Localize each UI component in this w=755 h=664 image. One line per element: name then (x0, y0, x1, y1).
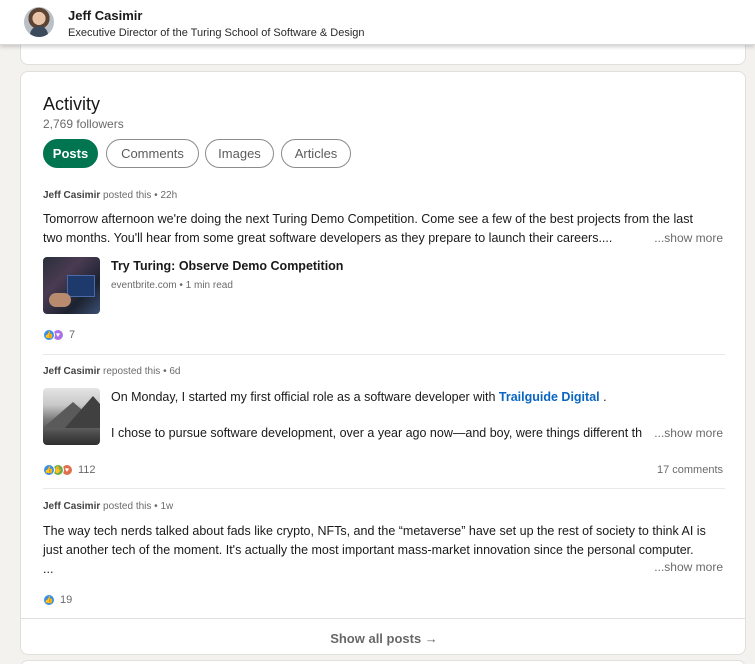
reactions-summary[interactable]: 👍 ✋ ♥ 112 (43, 464, 96, 476)
post-text: The way tech nerds talked about fads lik… (43, 524, 706, 576)
reaction-count: 7 (69, 329, 76, 341)
post-meta: Jeff Casimir posted this • 1w (43, 501, 174, 512)
profile-name[interactable]: Jeff Casimir (68, 8, 142, 23)
card-footer-divider (21, 618, 745, 619)
comments-count[interactable]: 17 comments (657, 464, 723, 476)
post-author[interactable]: Jeff Casimir (43, 366, 100, 377)
activity-card: Activity 2,769 followers Posts Comments … (20, 71, 746, 655)
tab-images[interactable]: Images (205, 139, 274, 168)
post-divider (43, 354, 725, 355)
profile-headline: Executive Director of the Turing School … (68, 27, 365, 39)
mountain-graphic (65, 396, 100, 428)
reaction-count: 112 (78, 464, 96, 476)
like-icon: 👍 (43, 464, 55, 476)
link-title[interactable]: Try Turing: Observe Demo Competition (111, 259, 343, 273)
link-source: eventbrite.com • 1 min read (111, 280, 233, 291)
tab-posts[interactable]: Posts (43, 139, 98, 168)
followers-count[interactable]: 2,769 followers (43, 117, 124, 131)
laptop-screen-graphic (67, 275, 95, 297)
like-icon: 👍 (43, 594, 55, 606)
sticky-profile-header: Jeff Casimir Executive Director of the T… (0, 0, 755, 45)
show-more-button[interactable]: ...show more (652, 231, 723, 245)
show-more-button[interactable]: ...show more (654, 560, 723, 574)
reaction-count: 19 (60, 594, 73, 606)
reactions-summary[interactable]: 👍 ♥ 7 (43, 329, 75, 341)
hand-graphic (49, 293, 71, 307)
post-author[interactable]: Jeff Casimir (43, 190, 100, 201)
next-section-card (20, 660, 746, 664)
show-all-posts-button[interactable]: Show all posts → (21, 631, 745, 646)
post-text: On Monday, I started my first official r… (111, 390, 643, 440)
tab-comments[interactable]: Comments (106, 139, 199, 168)
post-meta: Jeff Casimir reposted this • 6d (43, 366, 181, 377)
company-mention-link[interactable]: Trailguide Digital (499, 390, 600, 404)
post-image-thumbnail[interactable] (43, 388, 100, 445)
section-title: Activity (43, 94, 101, 114)
avatar[interactable] (24, 7, 54, 37)
post-author[interactable]: Jeff Casimir (43, 501, 100, 512)
link-thumbnail[interactable] (43, 257, 100, 314)
reactions-summary[interactable]: 👍 19 (43, 594, 72, 606)
tab-articles[interactable]: Articles (281, 139, 351, 168)
post-text: Tomorrow afternoon we're doing the next … (43, 212, 693, 245)
post-meta: Jeff Casimir posted this • 22h (43, 190, 178, 201)
show-more-button[interactable]: ...show more (654, 426, 723, 440)
like-icon: 👍 (43, 329, 55, 341)
post-divider (43, 488, 725, 489)
